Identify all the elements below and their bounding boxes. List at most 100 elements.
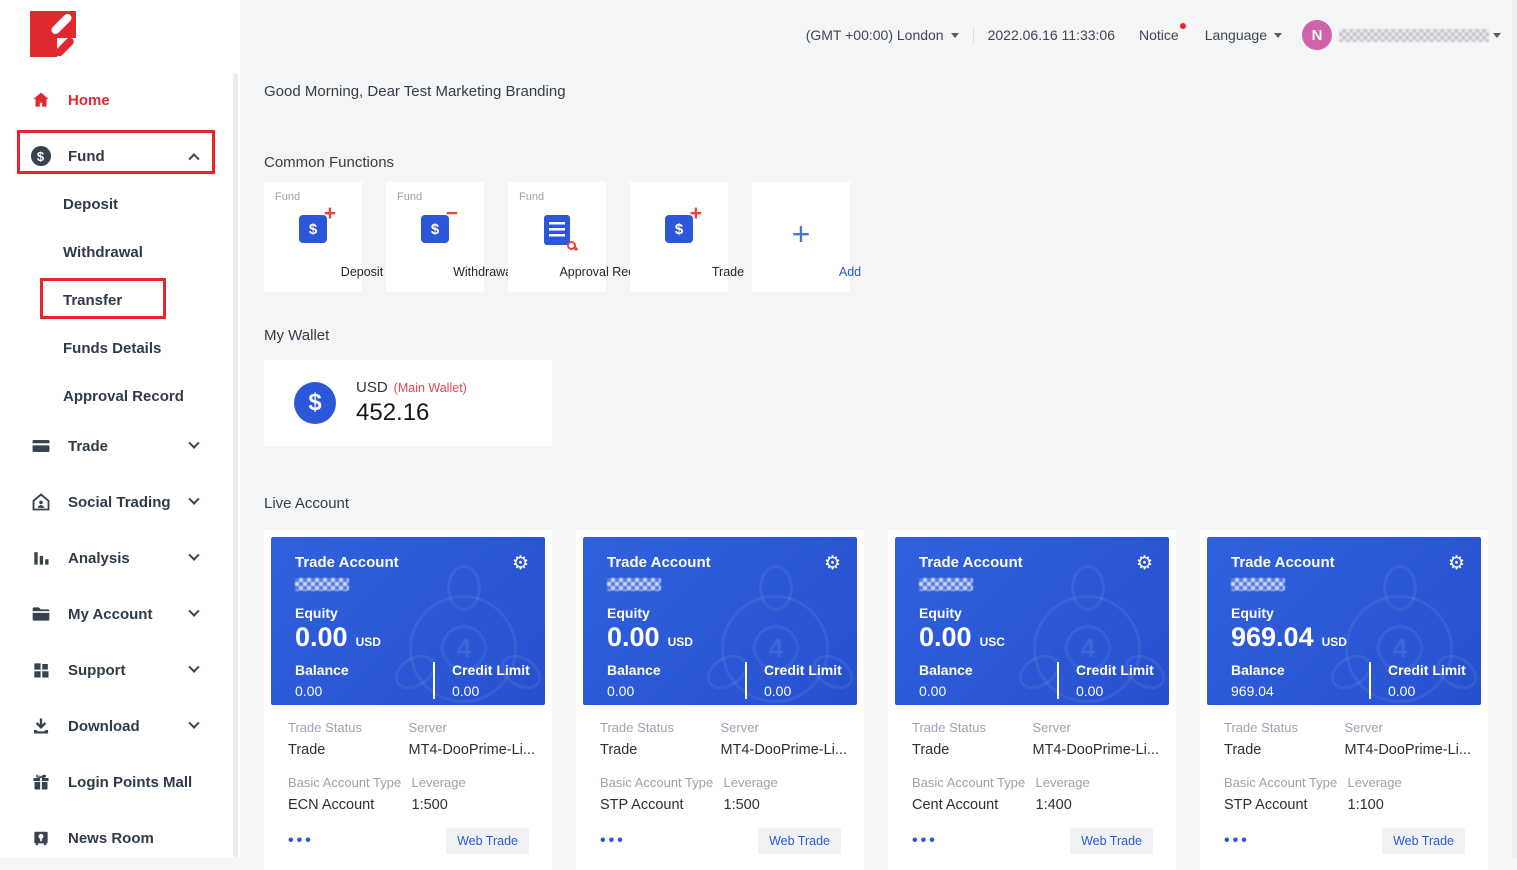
equity-label: Equity [607, 605, 857, 621]
trade-status-label: Trade Status [600, 720, 721, 735]
credit-limit-label: Credit Limit [1388, 662, 1466, 678]
wallet-tag: (Main Wallet) [394, 381, 467, 395]
balance-value: 969.04 [1231, 683, 1369, 699]
trade-status-value: Trade [1224, 742, 1345, 758]
add-function-card[interactable]: + Add [752, 182, 850, 292]
sidebar-item-fund[interactable]: $ Fund [0, 134, 240, 178]
language-label: Language [1205, 27, 1267, 43]
server-value: MT4-DooPrime-Li... [1033, 742, 1160, 758]
sidebar-item-analysis[interactable]: Analysis [0, 536, 240, 580]
main-content: (GMT +00:00) London 2022.06.16 11:33:06 … [240, 0, 1517, 858]
dollar-coin-icon: $ [294, 382, 336, 424]
leverage-value: 1:500 [412, 797, 536, 813]
sidebar: Home $ Fund Deposit Withdrawal Transfer … [0, 0, 240, 858]
page-scrollbar[interactable] [1512, 0, 1517, 858]
plus-icon: + [752, 218, 850, 250]
equity-currency: USD [1322, 635, 1347, 649]
language-dropdown[interactable]: Language [1205, 27, 1282, 43]
server-label: Server [409, 720, 536, 735]
gear-icon[interactable]: ⚙ [824, 554, 841, 573]
credit-limit-value: 0.00 [764, 683, 842, 699]
balance-label: Balance [607, 662, 745, 678]
account-number-redacted [919, 578, 973, 591]
equity-value: 0.00 [295, 622, 348, 653]
common-function-approval-record-card[interactable]: Fund Approval Record [508, 182, 606, 292]
equity-label: Equity [295, 605, 545, 621]
credit-limit-label: Credit Limit [1076, 662, 1154, 678]
chevron-up-icon [188, 153, 199, 164]
sidebar-scrollbar[interactable] [233, 73, 238, 858]
dollar-plus-icon: $+ [264, 215, 362, 243]
my-wallet-title: My Wallet [264, 327, 329, 344]
gear-icon[interactable]: ⚙ [1136, 554, 1153, 573]
sidebar-item-news-room[interactable]: News Room [0, 816, 240, 860]
timezone-dropdown[interactable]: (GMT +00:00) London [806, 27, 959, 43]
chevron-down-icon [188, 550, 199, 561]
sidebar-item-label: Withdrawal [63, 244, 143, 261]
more-options-button[interactable]: ••• [288, 832, 314, 850]
sidebar-item-social-trading[interactable]: Social Trading [0, 480, 240, 524]
card-label: Add [801, 265, 899, 279]
trade-status-value: Trade [600, 742, 721, 758]
topbar-divider [973, 28, 974, 43]
timezone-label: (GMT +00:00) London [806, 27, 944, 43]
common-function-withdrawal-card[interactable]: Fund $− Withdrawal [386, 182, 484, 292]
server-value: MT4-DooPrime-Li... [409, 742, 536, 758]
sidebar-item-deposit[interactable]: Deposit [0, 182, 240, 226]
sidebar-item-login-points-mall[interactable]: Login Points Mall [0, 760, 240, 804]
common-functions-row: Fund $+ Deposit Fund $− Withdrawal Fund … [264, 182, 850, 292]
leverage-label: Leverage [724, 775, 848, 790]
trade-status-value: Trade [912, 742, 1033, 758]
sidebar-item-approval-record[interactable]: Approval Record [0, 374, 240, 418]
notice-button[interactable]: Notice [1139, 27, 1179, 43]
web-trade-button[interactable]: Web Trade [446, 828, 529, 854]
trade-account-card: 4 Trade Account ⚙ Equity 0.00 USD Balanc… [264, 530, 552, 870]
web-trade-button[interactable]: Web Trade [1070, 828, 1153, 854]
credit-limit-value: 0.00 [1076, 683, 1154, 699]
leverage-label: Leverage [1348, 775, 1472, 790]
wallet-info: USD (Main Wallet) 452.16 [356, 379, 467, 427]
balance-label: Balance [295, 662, 433, 678]
sidebar-item-trade[interactable]: Trade [0, 424, 240, 468]
sidebar-item-funds-details[interactable]: Funds Details [0, 326, 240, 370]
gear-icon[interactable]: ⚙ [1448, 554, 1465, 573]
sidebar-item-home[interactable]: Home [0, 78, 240, 122]
avatar[interactable]: N [1302, 20, 1332, 50]
account-details: Trade Status Trade Server MT4-DooPrime-L… [895, 705, 1169, 854]
trade-status-label: Trade Status [912, 720, 1033, 735]
sidebar-nav: Home $ Fund Deposit Withdrawal Transfer … [0, 0, 240, 860]
balance-label: Balance [1231, 662, 1369, 678]
sidebar-item-transfer[interactable]: Transfer [0, 278, 240, 322]
web-trade-button[interactable]: Web Trade [1382, 828, 1465, 854]
more-options-button[interactable]: ••• [912, 832, 938, 850]
more-options-button[interactable]: ••• [1224, 832, 1250, 850]
card-category-label: Fund [397, 191, 422, 203]
trade-status-label: Trade Status [288, 720, 409, 735]
folder-icon [30, 604, 51, 625]
document-search-icon [508, 215, 606, 245]
leverage-label: Leverage [412, 775, 536, 790]
sidebar-item-support[interactable]: Support [0, 648, 240, 692]
download-icon [30, 716, 51, 737]
sidebar-item-withdrawal[interactable]: Withdrawal [0, 230, 240, 274]
gear-icon[interactable]: ⚙ [512, 554, 529, 573]
account-type-value: STP Account [600, 797, 724, 813]
common-function-trade-card[interactable]: $+ Trade [630, 182, 728, 292]
logo-stroke-top [50, 12, 73, 35]
wallet-currency: USD [356, 379, 388, 396]
common-function-deposit-card[interactable]: Fund $+ Deposit [264, 182, 362, 292]
leverage-value: 1:100 [1348, 797, 1472, 813]
user-menu[interactable]: N [1282, 20, 1501, 50]
trade-account-card: 4 Trade Account ⚙ Equity 969.04 USD Bala… [1200, 530, 1488, 870]
live-account-title: Live Account [264, 495, 349, 512]
balance-value: 0.00 [295, 683, 433, 699]
trade-status-label: Trade Status [1224, 720, 1345, 735]
leverage-value: 1:400 [1036, 797, 1160, 813]
sidebar-item-my-account[interactable]: My Account [0, 592, 240, 636]
social-trading-icon [30, 492, 51, 513]
sidebar-item-download[interactable]: Download [0, 704, 240, 748]
equity-currency: USD [668, 635, 693, 649]
gift-icon [30, 772, 51, 793]
web-trade-button[interactable]: Web Trade [758, 828, 841, 854]
more-options-button[interactable]: ••• [600, 832, 626, 850]
